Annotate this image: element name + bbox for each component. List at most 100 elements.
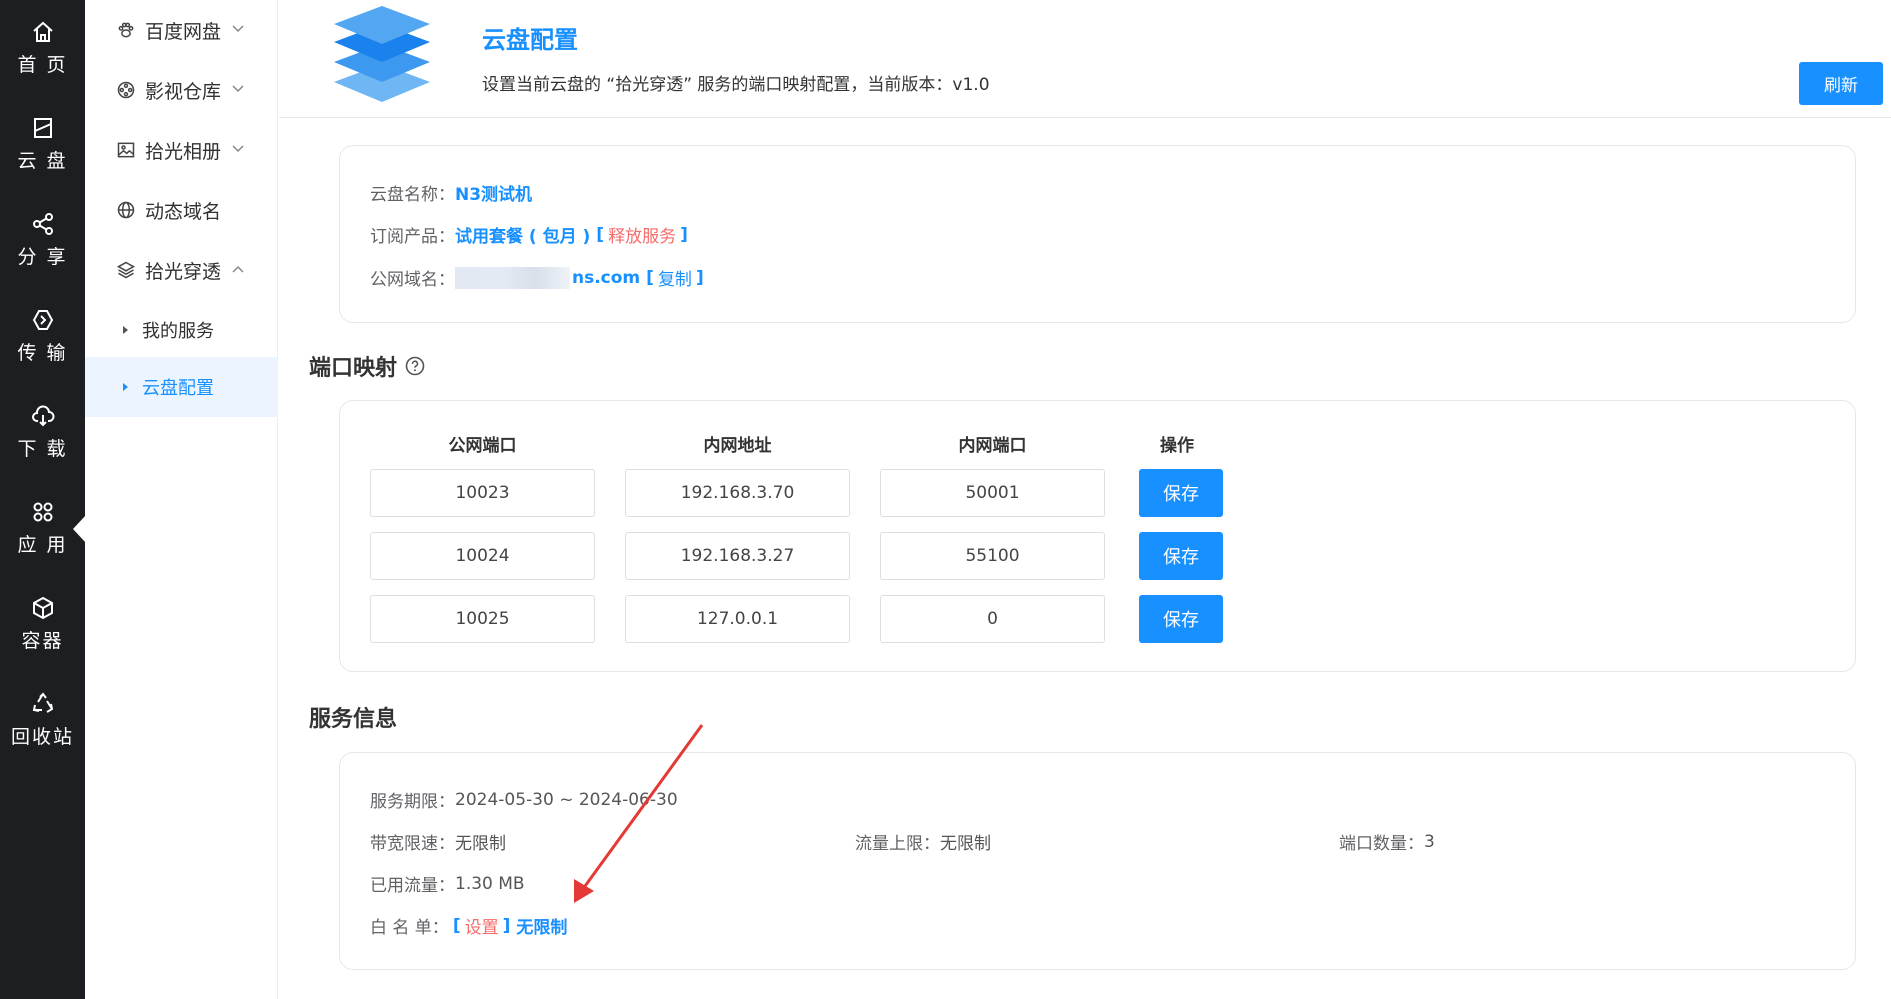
- app-rail: 首 页 云 盘 分 享 传 输 下 载 应 用 容器 回收站: [0, 0, 86, 999]
- traffic-limit-key: 流量上限：: [855, 834, 940, 854]
- bracket-open: [: [596, 224, 605, 245]
- nav-item-disk-config[interactable]: 云盘配置: [85, 357, 278, 417]
- product-value: 试用套餐 ( 包月 ): [455, 227, 591, 247]
- bracket-close: ]: [695, 267, 704, 288]
- chevron-down-icon[interactable]: [231, 22, 245, 36]
- rail-item-transfer[interactable]: 传 输: [0, 288, 85, 384]
- copy-link[interactable]: 复制: [658, 265, 692, 290]
- rail-label: 容器: [21, 629, 64, 652]
- address-input[interactable]: 192.168.3.27: [625, 532, 850, 580]
- rail-label: 首 页: [17, 53, 68, 76]
- address-input[interactable]: 127.0.0.1: [625, 595, 850, 643]
- port-count-value: 3: [1424, 831, 1435, 852]
- private-port-input[interactable]: 0: [880, 595, 1105, 643]
- column-header-address: 内网地址: [703, 436, 772, 456]
- public-port-input[interactable]: 10025: [370, 595, 595, 643]
- rail-label: 分 享: [17, 245, 68, 268]
- page-description: 设置当前云盘的 “拾光穿透” 服务的端口映射配置，当前版本：v1.0: [482, 75, 990, 95]
- caret-right-icon: [123, 383, 128, 391]
- column-header-public-port: 公网端口: [448, 436, 517, 456]
- apps-icon: [31, 500, 55, 524]
- rail-label: 下 载: [17, 437, 68, 460]
- whitelist-row: 白 名 单： [ 设置 ] 无限制: [370, 913, 567, 939]
- nav-label: 拾光穿透: [145, 260, 222, 283]
- release-service-link[interactable]: 释放服务: [608, 222, 676, 247]
- nav-item-penetration[interactable]: 拾光穿透: [85, 240, 278, 300]
- recycle-icon: [31, 691, 55, 716]
- disk-name-key: 云盘名称：: [370, 185, 455, 205]
- nav-label: 拾光相册: [145, 140, 222, 163]
- rail-item-recycle[interactable]: 回收站: [0, 672, 85, 768]
- rail-item-cloud-disk[interactable]: 云 盘: [0, 96, 85, 192]
- chevron-up-icon[interactable]: [231, 262, 245, 276]
- image-icon: [115, 139, 137, 161]
- bracket-close: ]: [680, 224, 688, 245]
- rail-label: 应 用: [17, 533, 68, 556]
- download-icon: [31, 404, 55, 428]
- save-button[interactable]: 保存: [1139, 532, 1223, 580]
- period-value: 2024-05-30 ~ 2024-06-30: [455, 789, 678, 810]
- bracket-open: [: [452, 915, 461, 936]
- used-traffic-row: 已用流量： 1.30 MB: [370, 871, 525, 897]
- port-mapping-card: 公网端口 内网地址 内网端口 操作 10023 192.168.3.70 500…: [339, 400, 1856, 672]
- public-port-input[interactable]: 10024: [370, 532, 595, 580]
- caret-right-icon: [123, 326, 128, 334]
- service-info-title: 服务信息: [309, 701, 397, 733]
- column-header-action: 操作: [1160, 436, 1194, 456]
- used-value: 1.30 MB: [455, 873, 525, 894]
- rail-label: 回收站: [10, 725, 74, 748]
- rail-item-share[interactable]: 分 享: [0, 192, 85, 288]
- rail-label: 传 输: [17, 341, 68, 364]
- service-info-card: 服务期限： 2024-05-30 ~ 2024-06-30 带宽限速： 无限制 …: [339, 752, 1856, 970]
- port-count-row: 端口数量： 3: [1339, 829, 1435, 855]
- rail-item-container[interactable]: 容器: [0, 576, 85, 672]
- domain-value: ns.com: [572, 267, 641, 288]
- service-period-row: 服务期限： 2024-05-30 ~ 2024-06-30: [370, 787, 678, 813]
- public-port-input[interactable]: 10023: [370, 469, 595, 517]
- product-key: 订阅产品：: [370, 227, 455, 247]
- film-reel-icon: [115, 79, 137, 101]
- nav-label: 影视仓库: [145, 80, 222, 103]
- paw-icon: [115, 19, 137, 41]
- nav-item-dynamic-domain[interactable]: 动态域名: [85, 180, 278, 240]
- address-input[interactable]: 192.168.3.70: [625, 469, 850, 517]
- layers-logo-icon: [334, 6, 430, 102]
- rail-item-download[interactable]: 下 载: [0, 384, 85, 480]
- period-key: 服务期限：: [370, 792, 455, 812]
- nav-label: 动态域名: [145, 200, 222, 223]
- nav-item-video-warehouse[interactable]: 影视仓库: [85, 60, 278, 120]
- bracket-close: ]: [502, 915, 511, 936]
- disk-name-row: 云盘名称： N3测试机: [370, 180, 532, 205]
- section-title-text: 端口映射: [309, 356, 398, 381]
- column-header-private-port: 内网端口: [958, 436, 1027, 456]
- private-port-input[interactable]: 55100: [880, 532, 1105, 580]
- chevron-down-icon[interactable]: [231, 142, 245, 156]
- rail-item-home[interactable]: 首 页: [0, 0, 85, 96]
- cloud-disk-icon: [31, 116, 55, 140]
- disk-name-value: N3测试机: [455, 185, 533, 205]
- nav-item-my-services[interactable]: 我的服务: [85, 300, 278, 360]
- whitelist-set-link[interactable]: 设置: [465, 913, 499, 938]
- share-icon: [31, 212, 55, 236]
- disk-info-card: 云盘名称： N3测试机 订阅产品： 试用套餐 ( 包月 ) [ 释放服务 ] 公…: [339, 145, 1856, 323]
- nav-item-photo-album[interactable]: 拾光相册: [85, 120, 278, 180]
- save-button[interactable]: 保存: [1139, 595, 1223, 643]
- save-button[interactable]: 保存: [1139, 469, 1223, 517]
- page-title: 云盘配置: [482, 26, 578, 54]
- container-icon: [31, 596, 55, 620]
- bracket-open: [: [646, 267, 654, 288]
- transfer-icon: [31, 308, 55, 332]
- globe-icon: [115, 199, 137, 221]
- domain-key: 公网域名：: [370, 270, 455, 290]
- bandwidth-key: 带宽限速：: [370, 834, 455, 854]
- private-port-input[interactable]: 50001: [880, 469, 1105, 517]
- product-row: 订阅产品： 试用套餐 ( 包月 ) [ 释放服务 ]: [370, 222, 688, 248]
- help-icon[interactable]: [405, 356, 425, 376]
- refresh-button[interactable]: 刷新: [1799, 62, 1883, 105]
- chevron-down-icon[interactable]: [231, 82, 245, 96]
- bandwidth-row: 带宽限速： 无限制: [370, 829, 506, 854]
- section-title-text: 服务信息: [309, 707, 398, 732]
- page-header: 云盘配置 设置当前云盘的 “拾光穿透” 服务的端口映射配置，当前版本：v1.0 …: [279, 0, 1891, 118]
- port-count-key: 端口数量：: [1339, 834, 1424, 854]
- nav-item-baidu-pan[interactable]: 百度网盘: [85, 0, 278, 60]
